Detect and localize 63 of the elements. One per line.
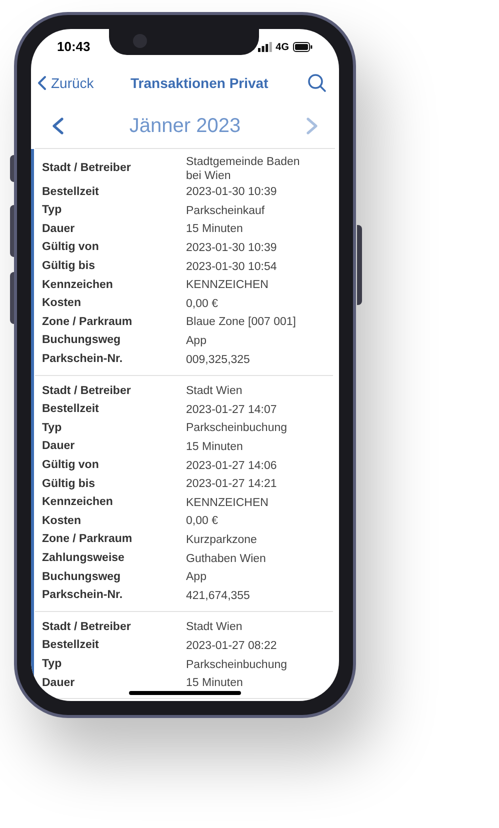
field-label: Gültig von: [42, 458, 100, 473]
field-value: Parkscheinbuchung: [186, 658, 288, 672]
field-value: 2023-01-30 10:39: [186, 241, 278, 256]
field-label: Gültig bis: [42, 476, 96, 492]
field-label: Typ: [42, 420, 63, 436]
field-label: Zone / Parkraum: [42, 314, 134, 330]
field-value: Blaue Zone [007 001]: [186, 315, 297, 330]
field-label: Gültig von: [42, 240, 100, 256]
field-label: Bestellzeit: [42, 184, 100, 200]
field-label: Stadt / Betreiber: [42, 384, 132, 399]
search-icon: [306, 73, 327, 93]
field-value: Stadt Wien: [186, 384, 244, 398]
signal-icon: [258, 42, 272, 52]
field-value: 15 Minuten: [186, 440, 244, 454]
field-value: 0,00 €: [186, 514, 219, 528]
field-label: Kosten: [42, 514, 82, 529]
field-value: 0,00 €: [186, 296, 219, 311]
field-value: 2023-01-27 14:07: [186, 402, 278, 417]
field-label: Typ: [42, 656, 63, 672]
field-label: Buchungsweg: [42, 570, 122, 585]
field-value: Stadtgemeinde Baden bei Wien: [186, 155, 301, 183]
network-label: 4G: [276, 40, 289, 54]
field-value: KENNZEICHEN: [186, 278, 270, 292]
field-label: Dauer: [42, 676, 76, 691]
field-value: Parkscheinbuchung: [186, 421, 288, 436]
field-value: 2023-01-30 10:54: [186, 260, 278, 274]
field-value: Parkscheinkauf: [186, 204, 266, 218]
field-label: Stadt / Betreiber: [42, 620, 132, 635]
field-value: Guthaben Wien: [186, 552, 267, 566]
field-value: Kurzparkzone: [186, 532, 258, 547]
field-value: 15 Minuten: [186, 222, 244, 236]
back-button[interactable]: Zurück: [37, 72, 94, 94]
field-label: Dauer: [42, 439, 76, 454]
field-value: App: [186, 570, 208, 584]
field-label: Buchungsweg: [42, 333, 122, 348]
screen-title: Transaktionen Privat: [130, 74, 268, 92]
field-label: Kosten: [42, 296, 82, 312]
field-value: 2023-01-27 14:21: [186, 477, 278, 492]
field-label: Parkschein-Nr.: [42, 588, 124, 604]
field-value: 2023-01-27 08:22: [186, 638, 278, 653]
field-label: Gültig bis: [42, 259, 96, 274]
field-label: Bestellzeit: [42, 402, 100, 418]
field-label: Zone / Parkraum: [42, 532, 134, 548]
field-label: Kennzeichen: [42, 278, 114, 293]
field-label: Typ: [42, 203, 63, 218]
field-value: 421,674,355: [186, 588, 251, 603]
field-value: KENNZEICHEN: [186, 496, 270, 510]
field-value: 15 Minuten: [186, 676, 244, 690]
field-label: Dauer: [42, 222, 76, 237]
month-label: Jänner 2023: [129, 114, 241, 138]
field-label: Stadt / Betreiber: [42, 161, 132, 176]
field-value: 2023-01-27 14:06: [186, 458, 278, 473]
status-time: 10:43: [57, 38, 90, 56]
field-label: Bestellzeit: [42, 638, 100, 654]
field-value: App: [186, 334, 208, 348]
field-value: 2023-01-30 10:39: [186, 185, 278, 200]
field-label: Parkschein-Nr.: [42, 352, 124, 368]
chevron-left-icon: [37, 75, 47, 91]
field-value: 009,325,325: [186, 352, 251, 367]
field-label: Kennzeichen: [42, 495, 114, 510]
field-label: Zahlungsweise: [42, 550, 126, 566]
battery-icon: [293, 42, 313, 52]
field-value: Stadt Wien: [186, 620, 244, 634]
